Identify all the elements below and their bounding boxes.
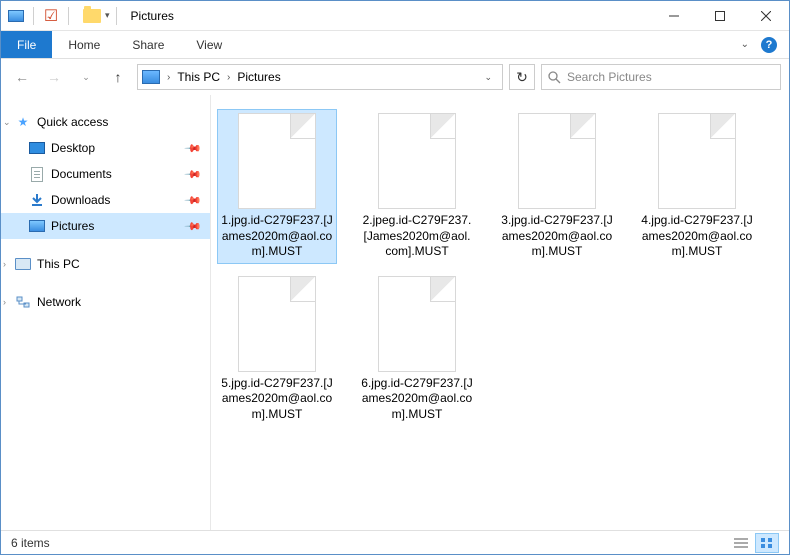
separator bbox=[116, 7, 117, 25]
close-button[interactable] bbox=[743, 1, 789, 31]
pin-icon: 📌 bbox=[184, 139, 203, 158]
search-icon bbox=[548, 71, 561, 84]
window-controls bbox=[651, 1, 789, 31]
file-icon bbox=[378, 113, 456, 209]
file-item[interactable]: 1.jpg.id-C279F237.[James2020m@aol.com].M… bbox=[217, 109, 337, 264]
titlebar: ☑ ▾ Pictures bbox=[1, 1, 789, 31]
item-count: 6 items bbox=[11, 536, 50, 550]
file-tab[interactable]: File bbox=[1, 31, 52, 58]
tab-view[interactable]: View bbox=[180, 31, 238, 58]
file-name: 3.jpg.id-C279F237.[James2020m@aol.com].M… bbox=[501, 213, 613, 260]
location-icon bbox=[142, 70, 160, 84]
star-icon: ★ bbox=[15, 114, 31, 130]
quick-access-toolbar: ☑ ▾ Pictures bbox=[1, 7, 174, 25]
sidebar-item-label: Network bbox=[37, 295, 81, 309]
chevron-down-icon[interactable]: ⌄ bbox=[3, 117, 11, 128]
sidebar-item-network[interactable]: › Network bbox=[1, 289, 210, 315]
this-pc-group: › This PC bbox=[1, 251, 210, 277]
statusbar: 6 items bbox=[1, 530, 789, 554]
properties-icon[interactable]: ☑ bbox=[42, 7, 60, 25]
pc-icon bbox=[15, 256, 31, 272]
search-placeholder: Search Pictures bbox=[567, 70, 652, 84]
details-view-button[interactable] bbox=[729, 533, 753, 553]
sidebar-item-documents[interactable]: Documents 📌 bbox=[1, 161, 210, 187]
up-button[interactable]: ↑ bbox=[105, 64, 131, 90]
chevron-right-icon[interactable]: › bbox=[167, 72, 170, 83]
sidebar-item-downloads[interactable]: Downloads 📌 bbox=[1, 187, 210, 213]
body: ⌄ ★ Quick access Desktop 📌 Documents 📌 D… bbox=[1, 95, 789, 530]
window-title: Pictures bbox=[131, 9, 174, 23]
breadcrumb[interactable]: This PC bbox=[177, 70, 220, 84]
search-input[interactable]: Search Pictures bbox=[541, 64, 781, 90]
app-icon bbox=[7, 7, 25, 25]
network-icon bbox=[15, 294, 31, 310]
separator bbox=[33, 7, 34, 25]
ribbon-expand-icon[interactable]: ⌄ bbox=[741, 39, 749, 50]
back-button[interactable]: ← bbox=[9, 64, 35, 90]
sidebar-item-quick-access[interactable]: ⌄ ★ Quick access bbox=[1, 109, 210, 135]
pin-icon: 📌 bbox=[184, 217, 203, 236]
help-icon[interactable]: ? bbox=[761, 37, 777, 53]
file-icon bbox=[518, 113, 596, 209]
recent-locations-button[interactable]: ⌄ bbox=[73, 64, 99, 90]
file-name: 6.jpg.id-C279F237.[James2020m@aol.com].M… bbox=[361, 376, 473, 423]
sidebar-item-desktop[interactable]: Desktop 📌 bbox=[1, 135, 210, 161]
maximize-button[interactable] bbox=[697, 1, 743, 31]
navigation-pane: ⌄ ★ Quick access Desktop 📌 Documents 📌 D… bbox=[1, 95, 211, 530]
pin-icon: 📌 bbox=[184, 191, 203, 210]
breadcrumb[interactable]: Pictures bbox=[237, 70, 280, 84]
forward-button[interactable]: → bbox=[41, 64, 67, 90]
sidebar-item-pictures[interactable]: Pictures 📌 bbox=[1, 213, 210, 239]
file-name: 4.jpg.id-C279F237.[James2020m@aol.com].M… bbox=[641, 213, 753, 260]
sidebar-item-label: This PC bbox=[37, 257, 80, 271]
document-icon bbox=[29, 166, 45, 182]
file-name: 5.jpg.id-C279F237.[James2020m@aol.com].M… bbox=[221, 376, 333, 423]
chevron-right-icon[interactable]: › bbox=[3, 297, 6, 307]
address-row: ← → ⌄ ↑ › This PC › Pictures ⌄ ↻ Search … bbox=[1, 59, 789, 95]
refresh-button[interactable]: ↻ bbox=[509, 64, 535, 90]
tab-home[interactable]: Home bbox=[52, 31, 116, 58]
address-dropdown-icon[interactable]: ⌄ bbox=[478, 72, 498, 83]
network-group: › Network bbox=[1, 289, 210, 315]
sidebar-item-label: Pictures bbox=[51, 219, 94, 233]
chevron-right-icon[interactable]: › bbox=[227, 72, 230, 83]
file-item[interactable]: 6.jpg.id-C279F237.[James2020m@aol.com].M… bbox=[357, 272, 477, 427]
file-icon bbox=[238, 276, 316, 372]
pictures-icon bbox=[29, 218, 45, 234]
desktop-icon bbox=[29, 140, 45, 156]
file-item[interactable]: 3.jpg.id-C279F237.[James2020m@aol.com].M… bbox=[497, 109, 617, 264]
sidebar-item-label: Desktop bbox=[51, 141, 95, 155]
pin-icon: 📌 bbox=[184, 165, 203, 184]
folder-icon bbox=[83, 9, 101, 23]
file-icon bbox=[238, 113, 316, 209]
sidebar-item-label: Quick access bbox=[37, 115, 108, 129]
chevron-right-icon[interactable]: › bbox=[3, 259, 6, 269]
file-icon bbox=[378, 276, 456, 372]
file-name: 2.jpeg.id-C279F237.[James2020m@aol.com].… bbox=[361, 213, 473, 260]
qat-customize-icon[interactable]: ▾ bbox=[105, 10, 110, 21]
ribbon: File Home Share View ⌄ ? bbox=[1, 31, 789, 59]
address-bar[interactable]: › This PC › Pictures ⌄ bbox=[137, 64, 503, 90]
file-pane[interactable]: 1.jpg.id-C279F237.[James2020m@aol.com].M… bbox=[211, 95, 789, 530]
tab-share[interactable]: Share bbox=[116, 31, 180, 58]
sidebar-item-label: Documents bbox=[51, 167, 112, 181]
file-item[interactable]: 5.jpg.id-C279F237.[James2020m@aol.com].M… bbox=[217, 272, 337, 427]
separator bbox=[68, 7, 69, 25]
downloads-icon bbox=[29, 192, 45, 208]
quick-access-group: ⌄ ★ Quick access Desktop 📌 Documents 📌 D… bbox=[1, 109, 210, 239]
file-grid: 1.jpg.id-C279F237.[James2020m@aol.com].M… bbox=[217, 109, 783, 427]
file-item[interactable]: 4.jpg.id-C279F237.[James2020m@aol.com].M… bbox=[637, 109, 757, 264]
file-item[interactable]: 2.jpeg.id-C279F237.[James2020m@aol.com].… bbox=[357, 109, 477, 264]
sidebar-item-label: Downloads bbox=[51, 193, 110, 207]
file-name: 1.jpg.id-C279F237.[James2020m@aol.com].M… bbox=[221, 213, 333, 260]
minimize-button[interactable] bbox=[651, 1, 697, 31]
thumbnails-view-button[interactable] bbox=[755, 533, 779, 553]
sidebar-item-this-pc[interactable]: › This PC bbox=[1, 251, 210, 277]
file-icon bbox=[658, 113, 736, 209]
